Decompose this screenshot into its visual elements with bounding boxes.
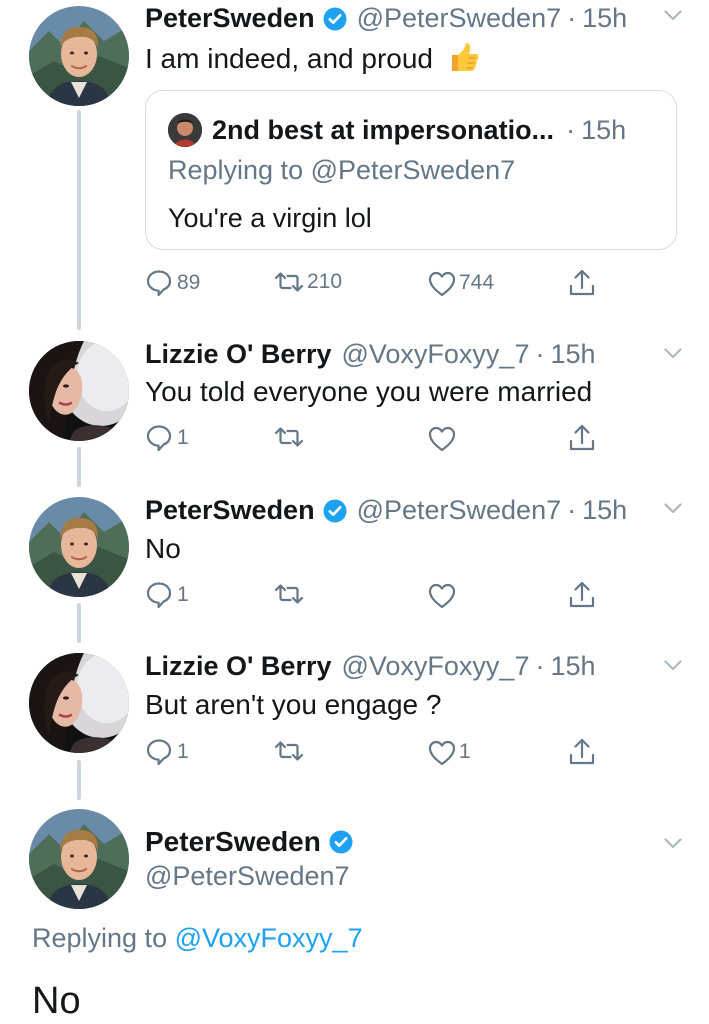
thumbs-up-icon [451, 43, 479, 71]
share-button[interactable] [567, 737, 597, 767]
like-button[interactable] [427, 580, 457, 610]
timestamp[interactable]: 15h [582, 495, 627, 526]
retweet-icon [274, 584, 304, 604]
retweet-icon [274, 741, 304, 761]
avatar[interactable] [29, 497, 129, 597]
quoted-timestamp: 15h [581, 114, 627, 145]
tweet-header: PeterSweden @PeterSweden7 · 15h [145, 495, 627, 526]
separator: · [535, 651, 545, 681]
focus-author-handle[interactable]: @PeterSweden7 [145, 861, 350, 892]
author-handle[interactable]: @PeterSweden7 [357, 3, 562, 34]
quoted-replying-to: Replying to @PeterSweden7 [168, 155, 516, 185]
chevron-down-icon[interactable] [664, 838, 682, 850]
share-icon [569, 424, 595, 451]
author-name[interactable]: Lizzie O' Berry [145, 651, 331, 682]
quoted-author-name: 2nd best at impersonatio... [212, 114, 555, 145]
avatar[interactable] [29, 341, 129, 441]
tweet-actions: 1 [145, 423, 615, 457]
reply-icon [146, 425, 172, 452]
share-button[interactable] [567, 580, 597, 610]
reply-icon [146, 270, 172, 297]
quoted-tweet-header: 2nd best at impersonatio... · 15h [168, 113, 626, 147]
retweet-icon [274, 427, 304, 447]
thread-line [77, 760, 81, 800]
replying-to-link[interactable]: @VoxyFoxyy_7 [175, 923, 363, 953]
quoted-tweet-text: You're a virgin lol [168, 203, 372, 233]
like-count: 744 [459, 271, 495, 294]
thread-line [77, 110, 81, 330]
share-icon [569, 269, 595, 296]
author-handle[interactable]: @VoxyFoxyy_7 [341, 339, 529, 370]
replying-to: Replying to @VoxyFoxyy_7 [32, 923, 363, 953]
chevron-down-icon[interactable] [664, 503, 682, 515]
author-name[interactable]: Lizzie O' Berry [145, 339, 331, 370]
tweet-actions: 89 210 744 [145, 268, 615, 302]
tweet-header: PeterSweden @PeterSweden7 · 15h [145, 3, 627, 34]
quoted-tweet[interactable]: 2nd best at impersonatio... · 15h Replyi… [145, 90, 677, 250]
heart-icon [428, 271, 456, 297]
quoted-avatar [168, 113, 202, 147]
tweet-text: I am indeed, and proud [145, 40, 481, 75]
tweet-text: You told everyone you were married [145, 376, 593, 407]
verified-icon [322, 6, 347, 31]
reply-count: 1 [177, 740, 189, 763]
avatar[interactable] [29, 809, 129, 909]
retweet-button[interactable]: 210 [273, 268, 342, 296]
avatar[interactable] [29, 653, 129, 753]
chevron-down-icon[interactable] [664, 10, 682, 22]
separator: · [566, 114, 576, 145]
reply-button[interactable]: 89 [145, 268, 200, 298]
retweet-button[interactable] [273, 423, 305, 451]
like-button[interactable]: 744 [427, 268, 494, 298]
chevron-down-icon[interactable] [664, 660, 682, 672]
reply-count: 1 [177, 583, 189, 606]
reply-button[interactable]: 1 [145, 580, 189, 610]
separator: · [535, 339, 545, 369]
focus-tweet-text: No [32, 980, 81, 1022]
retweet-button[interactable] [273, 580, 305, 608]
author-handle[interactable]: @VoxyFoxyy_7 [341, 651, 529, 682]
reply-icon [146, 582, 172, 609]
like-button[interactable]: 1 [427, 737, 471, 767]
heart-icon [428, 426, 456, 452]
tweet-text: No [145, 533, 181, 564]
reply-button[interactable]: 1 [145, 423, 189, 453]
separator: · [567, 3, 577, 33]
tweet-header: Lizzie O' Berry @VoxyFoxyy_7 · 15h [145, 339, 596, 370]
retweet-count: 210 [307, 270, 343, 293]
reply-count: 1 [177, 426, 189, 449]
thread-line [77, 447, 81, 487]
reply-button[interactable]: 1 [145, 737, 189, 767]
heart-icon [428, 583, 456, 609]
retweet-icon [274, 272, 304, 292]
share-icon [569, 581, 595, 608]
like-button[interactable] [427, 423, 457, 453]
tweet-header: Lizzie O' Berry @VoxyFoxyy_7 · 15h [145, 651, 596, 682]
author-handle[interactable]: @PeterSweden7 [357, 495, 562, 526]
focus-author-name[interactable]: PeterSweden [145, 826, 363, 858]
thread-line [77, 603, 81, 643]
author-name[interactable]: PeterSweden [145, 3, 315, 34]
separator: · [567, 495, 577, 525]
share-icon [569, 738, 595, 765]
share-button[interactable] [567, 423, 597, 453]
verified-icon [322, 498, 347, 523]
timestamp[interactable]: 15h [550, 651, 595, 682]
like-count: 1 [459, 740, 471, 763]
tweet-text: But aren't you engage ? [145, 689, 442, 720]
chevron-down-icon[interactable] [664, 348, 682, 360]
heart-icon [428, 740, 456, 766]
verified-icon [328, 830, 353, 854]
reply-count: 89 [177, 271, 201, 294]
avatar[interactable] [29, 6, 129, 106]
timestamp[interactable]: 15h [550, 339, 595, 370]
author-name[interactable]: PeterSweden [145, 495, 315, 526]
tweet-actions: 1 [145, 580, 615, 614]
timestamp[interactable]: 15h [582, 3, 627, 34]
share-button[interactable] [567, 268, 597, 298]
retweet-button[interactable] [273, 737, 305, 765]
tweet-actions: 1 1 [145, 737, 615, 771]
reply-icon [146, 739, 172, 766]
